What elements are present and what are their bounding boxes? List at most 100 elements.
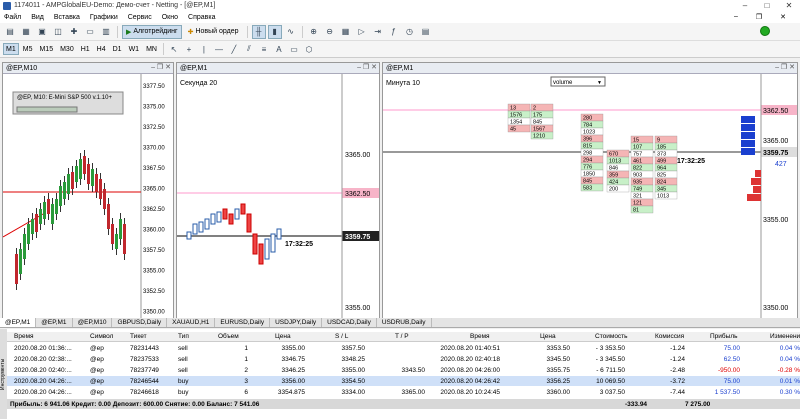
table-cell: @ep: [90, 366, 104, 374]
tab-usdcad[interactable]: USDCAD,Daily: [322, 318, 377, 327]
zoom-out-icon[interactable]: ⊖: [323, 25, 337, 39]
panel-controls[interactable]: – ❐ ✕: [357, 63, 377, 71]
volume-bar-blue: [741, 148, 755, 155]
volume-bar-red: [753, 186, 761, 193]
table-cell: 3357.50: [341, 344, 366, 352]
tab-ep-m1[interactable]: @EP,M1: [0, 318, 37, 327]
close-button[interactable]: ✕: [778, 0, 800, 11]
bar-chart-icon[interactable]: ╫: [251, 24, 266, 39]
menu-view[interactable]: Вид: [31, 14, 44, 21]
tab-gbpusd[interactable]: GBPUSD,Daily: [112, 318, 168, 327]
profiles-icon[interactable]: ▦: [19, 25, 33, 39]
table-row[interactable]: 2020.08.20 04:26:... @ep 78246618 buy 6 3354.…: [0, 387, 800, 397]
navigator-icon[interactable]: ✚: [67, 25, 81, 39]
tf-h1[interactable]: H1: [78, 43, 93, 55]
menu-tools[interactable]: Сервис: [128, 14, 152, 21]
title-bar: 1174011 - AMPGlobalEU-Demo: Демо-счет - …: [0, 0, 800, 11]
tf-d1[interactable]: D1: [110, 43, 125, 55]
tab-ep-m10[interactable]: @EP,M10: [73, 318, 113, 327]
channel-icon[interactable]: ⫽: [242, 42, 256, 56]
cursor-icon[interactable]: ↖: [167, 42, 181, 56]
tick-label: 3375.00: [143, 105, 165, 111]
toolbox-side-label[interactable]: Инструменты: [0, 329, 7, 419]
indicators-icon[interactable]: ƒ: [387, 25, 401, 39]
templates-icon[interactable]: ▤: [419, 25, 433, 39]
trendline-icon[interactable]: ╱: [227, 42, 241, 56]
tile-windows-icon[interactable]: ▦: [339, 25, 353, 39]
chart-seconds[interactable]: Секунда 20 3362.50 3359.75 17:32:25 3365…: [177, 74, 379, 318]
line-chart-icon[interactable]: ∿: [284, 25, 298, 39]
tf-mn[interactable]: MN: [143, 43, 160, 55]
tab-usdrub[interactable]: USDRUB,Daily: [377, 318, 432, 327]
chart-panel-footprint[interactable]: @EP,M1– ❐ ✕ Минута 10 volume ▼ 3362.50 3…: [382, 62, 798, 318]
cluster-value: 1013: [657, 194, 669, 200]
tab-usdjpy[interactable]: USDJPY,Daily: [270, 318, 323, 327]
minimize-button[interactable]: –: [734, 0, 756, 11]
table-cell: 3334.00: [341, 388, 366, 396]
data-window-icon[interactable]: ◫: [51, 25, 65, 39]
column-header: T / P: [395, 333, 409, 340]
table-cell: 78246544: [130, 377, 159, 385]
chart-shift-icon[interactable]: ⇥: [371, 25, 385, 39]
table-row[interactable]: 2020.08.20 02:40:... @ep 78237749 sell 2 3346…: [0, 365, 800, 375]
menu-window[interactable]: Окно: [162, 14, 178, 21]
text-icon[interactable]: A: [272, 42, 286, 56]
tick-label: 3355.00: [143, 269, 165, 275]
table-cell: @ep: [90, 388, 104, 396]
chart-panel-seconds[interactable]: @EP,M1– ❐ ✕ Секунда 20 3362.50 3359.75 1…: [176, 62, 380, 318]
tab-xauaud[interactable]: XAUAUD,H1: [167, 318, 216, 327]
candle: [246, 213, 252, 233]
tf-h4[interactable]: H4: [94, 43, 109, 55]
cluster-value: 670: [609, 152, 618, 158]
candle: [99, 179, 102, 199]
tf-m30[interactable]: M30: [57, 43, 77, 55]
cluster-value: 1354: [510, 120, 522, 126]
terminal-icon[interactable]: ▭: [83, 25, 97, 39]
period-icon[interactable]: ◷: [403, 25, 417, 39]
panel-header: @EP,M1– ❐ ✕: [177, 63, 379, 74]
panel-controls[interactable]: – ❐ ✕: [151, 63, 171, 71]
mdi-restore-button[interactable]: ❐: [756, 13, 762, 21]
algo-trading-button[interactable]: ▶ Алготрейдинг: [122, 24, 182, 39]
market-watch-icon[interactable]: ▣: [35, 25, 49, 39]
table-cell: 3354.50: [341, 377, 366, 385]
table-row[interactable]: 2020.08.20 01:36:... @ep 78231443 sell 1 3355…: [0, 343, 800, 353]
autoscroll-icon[interactable]: ▷: [355, 25, 369, 39]
chart-footprint[interactable]: Минута 10 volume ▼ 3362.50 3359.75 427 1…: [383, 74, 797, 318]
algo-icon: ▶: [126, 28, 132, 36]
horizontal-line-icon[interactable]: —: [212, 42, 226, 56]
table-row[interactable]: 2020.08.20 04:26:... @ep 78246544 buy 3 3356.…: [0, 376, 800, 386]
new-chart-icon[interactable]: ▤: [3, 25, 17, 39]
maximize-button[interactable]: □: [756, 0, 778, 11]
cluster-value: 15: [633, 138, 639, 144]
vertical-line-icon[interactable]: |: [197, 42, 211, 56]
tab-ep-m1-2[interactable]: @EP,M1: [36, 318, 73, 327]
candle: [47, 199, 50, 214]
tf-m1[interactable]: M1: [3, 43, 19, 55]
crosshair-icon[interactable]: +: [182, 42, 196, 56]
volume-bar-blue: [741, 132, 755, 139]
chart-m10[interactable]: @EP, M10: E-Mini S&P 500 v.1.10+ 3377.50…: [3, 74, 173, 318]
new-order-button[interactable]: ✚ Новый ордер: [184, 25, 243, 39]
mdi-minimize-button[interactable]: –: [734, 13, 738, 21]
tf-m15[interactable]: M15: [36, 43, 56, 55]
zoom-in-icon[interactable]: ⊕: [307, 25, 321, 39]
panel-controls[interactable]: – ❐ ✕: [775, 63, 795, 71]
tab-eurusd[interactable]: EURUSD,Daily: [215, 318, 271, 327]
tf-m5[interactable]: M5: [20, 43, 36, 55]
label-icon[interactable]: ▭: [287, 42, 301, 56]
chart-panel-m10[interactable]: @EP,M10– ❐ ✕ @EP, M10: E-Mini S&P 500 v.…: [2, 62, 174, 318]
connection-status-icon: [760, 26, 770, 36]
candle-chart-icon[interactable]: ▮: [267, 24, 282, 39]
menu-file[interactable]: Файл: [4, 14, 21, 21]
fibo-icon[interactable]: ≡: [257, 42, 271, 56]
menu-charts[interactable]: Графики: [90, 14, 118, 21]
table-cell: 10 069.50: [596, 377, 625, 385]
shapes-icon[interactable]: ⬡: [302, 42, 316, 56]
table-row[interactable]: 2020.08.20 02:38:... @ep 78237533 sell 1 3346…: [0, 354, 800, 364]
menu-insert[interactable]: Вставка: [54, 14, 80, 21]
menu-help[interactable]: Справка: [188, 14, 215, 21]
tf-w1[interactable]: W1: [126, 43, 143, 55]
tester-icon[interactable]: ▥: [99, 25, 113, 39]
mdi-close-button[interactable]: ✕: [780, 13, 786, 21]
